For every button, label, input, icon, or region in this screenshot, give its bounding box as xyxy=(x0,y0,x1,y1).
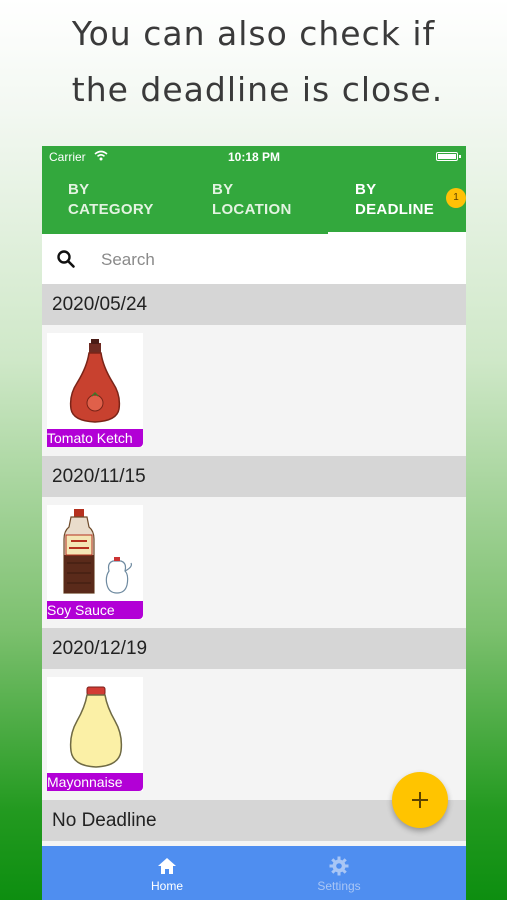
search-input[interactable] xyxy=(99,247,443,273)
soy-sauce-bottle-icon xyxy=(63,509,132,594)
promo-headline-line2: the deadline is close. xyxy=(71,70,444,109)
status-time: 10:18 PM xyxy=(227,150,281,164)
battery-icon xyxy=(436,152,461,161)
nav-label: Home xyxy=(150,879,183,893)
gear-icon xyxy=(329,856,349,876)
tab-bar: BY CATEGORY BY LOCATION BY DEADLINE 1 xyxy=(42,168,466,234)
search-icon xyxy=(57,250,75,268)
ketchup-bottle-icon xyxy=(69,339,121,423)
plus-icon xyxy=(412,792,428,808)
item-card-tomato-ketchup[interactable]: Tomato Ketch xyxy=(47,333,143,447)
section-header-date: 2020/12/19 xyxy=(42,628,466,669)
search-bar xyxy=(42,234,466,284)
tab-label: BY CATEGORY xyxy=(68,181,154,218)
home-icon xyxy=(158,858,176,874)
item-name: Mayonnaise xyxy=(47,773,143,791)
nav-settings[interactable]: Settings xyxy=(264,846,414,900)
section-header-date: 2020/05/24 xyxy=(42,284,466,325)
tab-by-location[interactable]: BY LOCATION xyxy=(186,168,327,234)
nav-home[interactable]: Home xyxy=(92,846,242,900)
nav-label: Settings xyxy=(317,879,361,893)
tab-by-deadline[interactable]: BY DEADLINE xyxy=(328,168,466,234)
add-item-button[interactable] xyxy=(392,772,448,828)
tab-badge: 1 xyxy=(446,188,466,208)
tab-label: BY LOCATION xyxy=(212,181,292,218)
item-card-soy-sauce[interactable]: Soy Sauce xyxy=(47,505,143,619)
status-bar: Carrier 10:18 PM xyxy=(42,146,466,168)
mayonnaise-bottle-icon xyxy=(69,686,123,768)
item-name: Soy Sauce xyxy=(47,601,143,619)
item-card-mayonnaise[interactable]: Mayonnaise xyxy=(47,677,143,791)
tab-by-category[interactable]: BY CATEGORY xyxy=(42,168,183,234)
section-header-date: 2020/11/15 xyxy=(42,456,466,497)
item-name: Tomato Ketch xyxy=(47,429,143,447)
app-screen: Carrier 10:18 PM BY CATEGORY BY LOCATION… xyxy=(42,146,466,900)
promo-headline-line1: You can also check if xyxy=(71,14,436,53)
bottom-navigation: Home Settings xyxy=(42,846,466,900)
